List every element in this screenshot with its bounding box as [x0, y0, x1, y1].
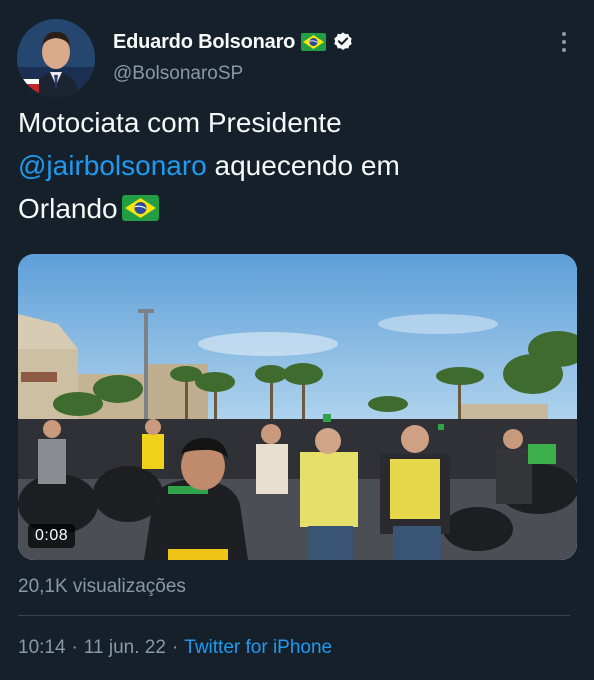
video-media[interactable]: 0:08 [18, 254, 577, 560]
view-count[interactable]: 20,1K visualizações [18, 576, 186, 598]
tweet-date[interactable]: 11 jun. 22 [84, 637, 166, 659]
brazil-flag-icon [121, 195, 159, 221]
author-handle[interactable]: @BolsonaroSP [113, 63, 243, 85]
meta-separator: · [71, 637, 78, 658]
tweet-line-1: Motociata com Presidente [18, 107, 342, 138]
brazil-flag-icon [301, 33, 327, 51]
tweet-text: Motociata com Presidente @jairbolsonaro … [18, 101, 578, 230]
tweet-time[interactable]: 10:14 [18, 637, 66, 659]
tweet-line-2: @jairbolsonaro aquecendo em [18, 144, 578, 187]
tweet-line-2-text: aquecendo em [206, 150, 400, 181]
verified-badge-icon [334, 32, 352, 50]
tweet-source-link[interactable]: Twitter for iPhone [184, 637, 332, 659]
profile-photo [17, 19, 95, 97]
tweet-line-3-text: Orlando [18, 193, 118, 224]
video-thumbnail [18, 254, 577, 560]
author-name[interactable]: Eduardo Bolsonaro [113, 31, 295, 54]
author-name-row[interactable]: Eduardo Bolsonaro [113, 29, 354, 55]
meta-separator: · [171, 637, 179, 658]
more-options-icon[interactable] [552, 30, 576, 54]
video-duration: 0:08 [28, 524, 76, 548]
avatar[interactable] [17, 19, 95, 97]
mention-link[interactable]: @jairbolsonaro [18, 150, 207, 181]
tweet-meta: 10:14 · 11 jun. 22 · Twitter for iPhone [18, 637, 332, 659]
divider [18, 615, 570, 616]
tweet-line-3: Orlando [18, 187, 578, 230]
